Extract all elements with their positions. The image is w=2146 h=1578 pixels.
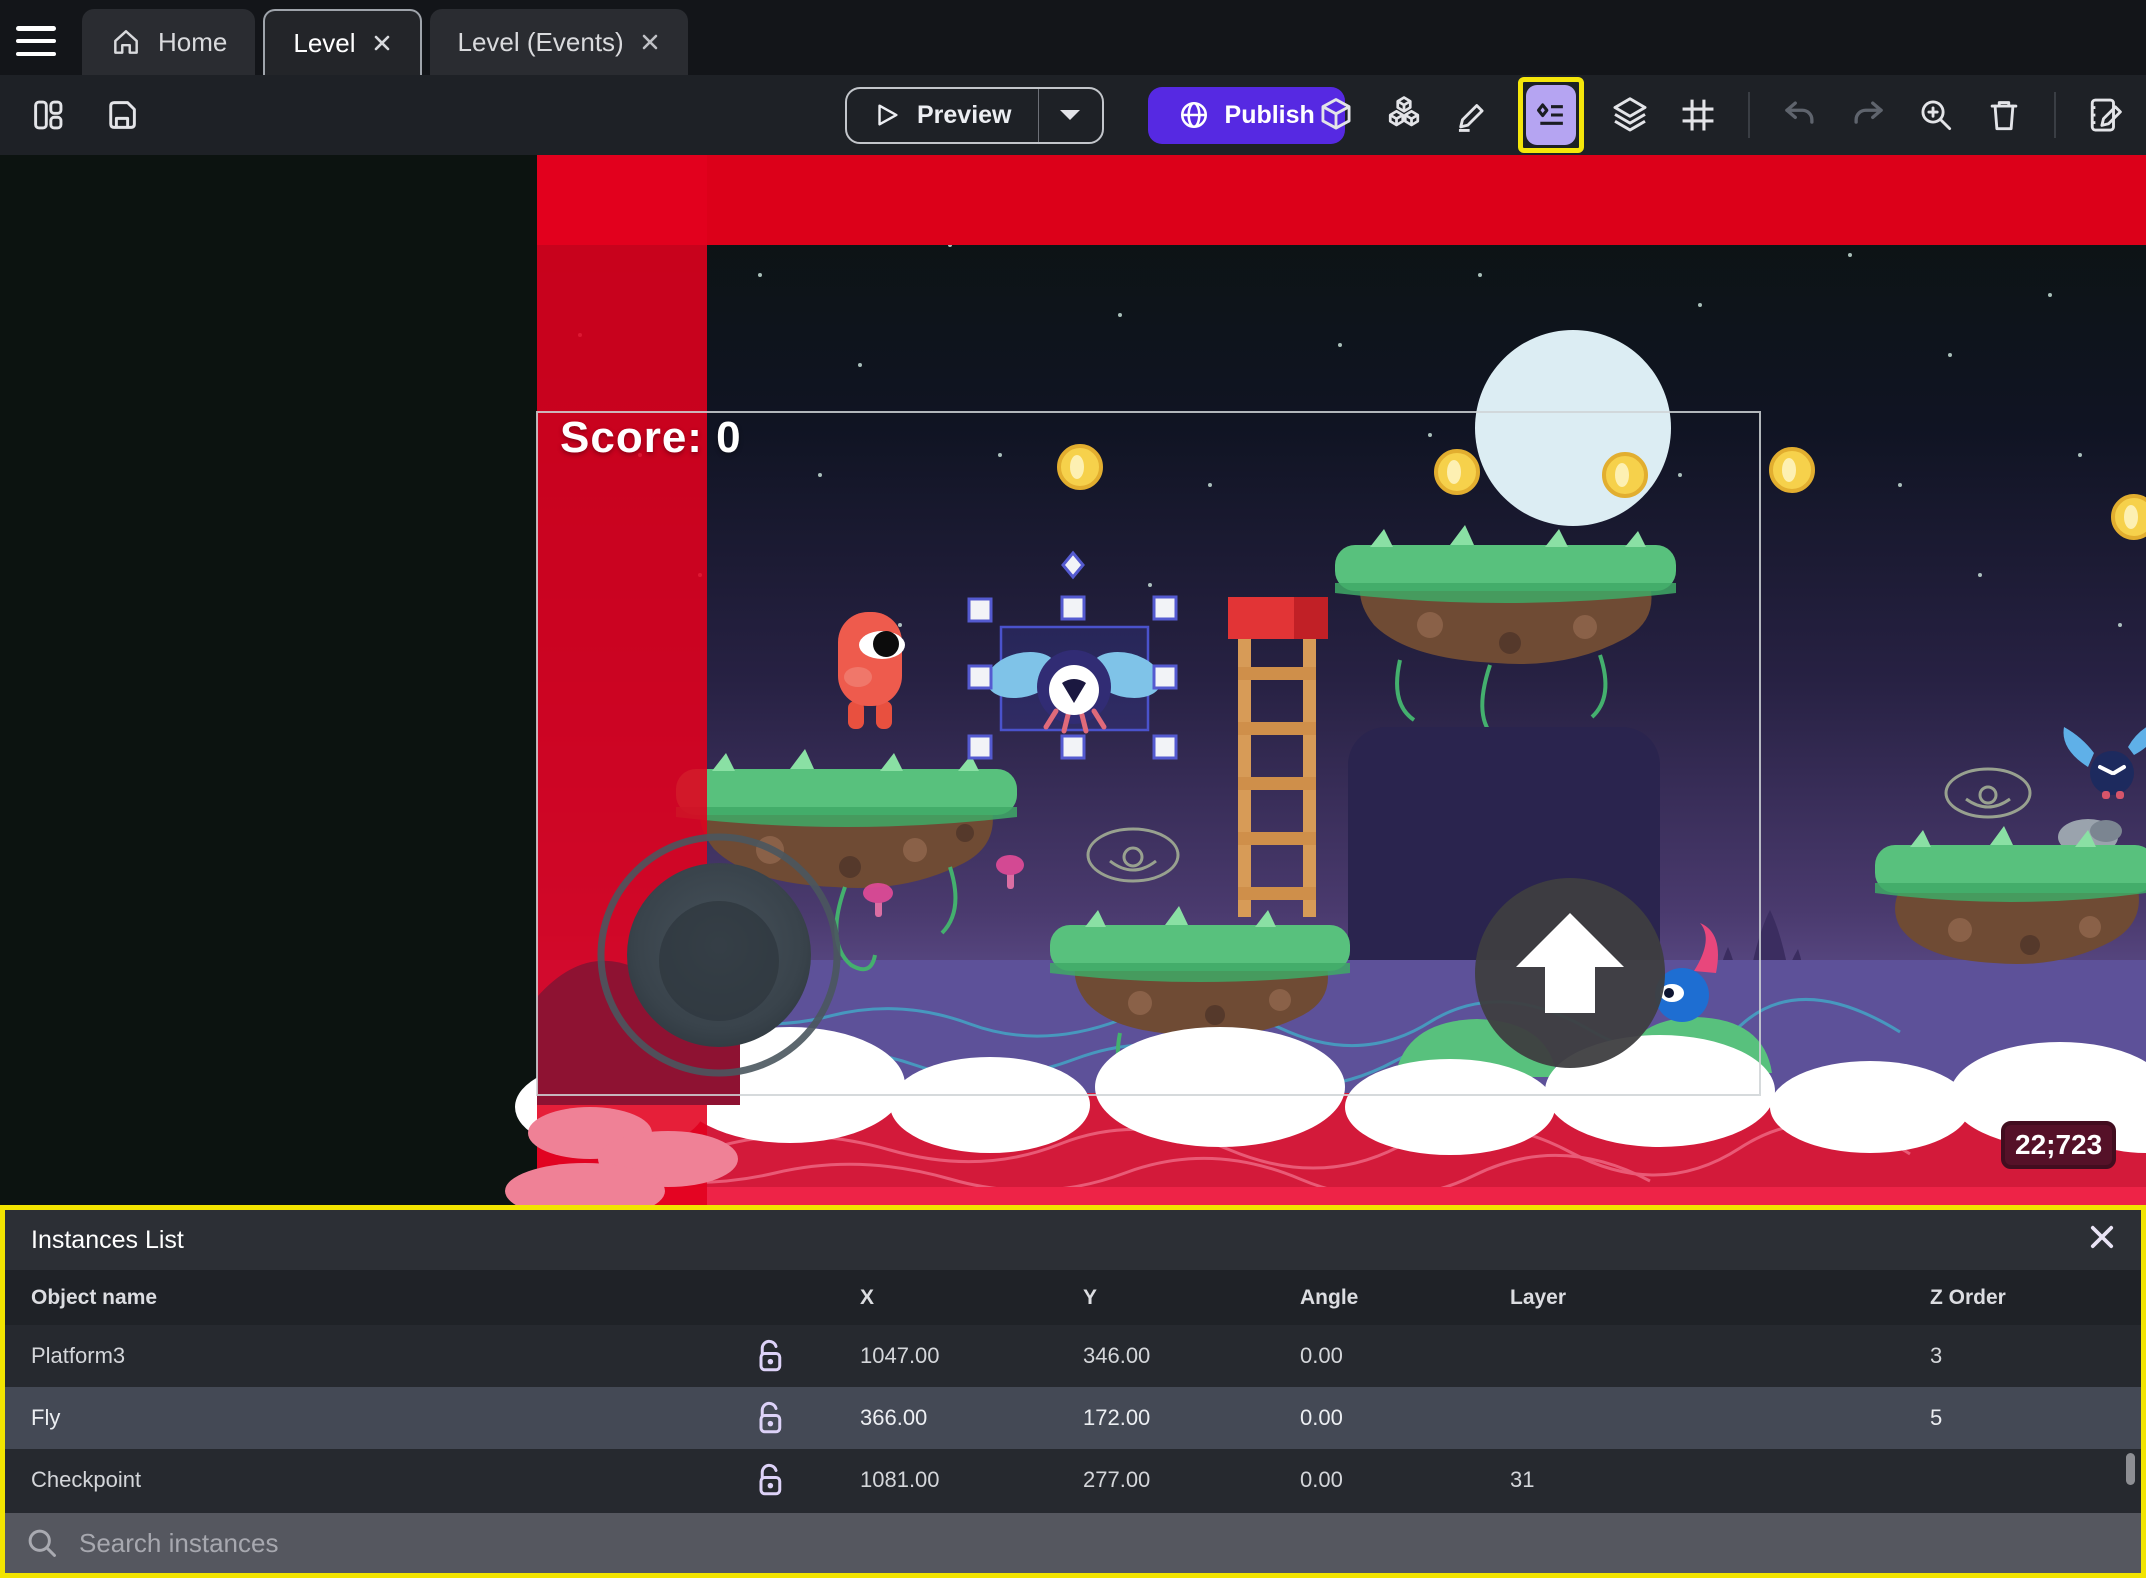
table-header: Object name X Y Angle Layer Z Order xyxy=(5,1270,2141,1325)
instances-list-panel: Instances List Object name X Y Angle Lay… xyxy=(0,1205,2146,1578)
undo-icon[interactable] xyxy=(1778,93,1822,137)
layers-icon[interactable] xyxy=(1608,93,1652,137)
tab-bar: Home Level Level (Events) xyxy=(0,0,2146,75)
close-tab-icon[interactable] xyxy=(640,32,660,52)
unlock-icon[interactable] xyxy=(750,1400,786,1436)
table-row[interactable]: Checkpoint 1081.00 277.00 0.00 31 xyxy=(5,1449,2141,1511)
editor-void xyxy=(0,155,537,1205)
score-text: Score: 0 xyxy=(560,413,742,462)
search-icon xyxy=(28,1529,56,1557)
home-icon xyxy=(114,30,138,54)
play-icon xyxy=(878,104,898,126)
jump-button[interactable] xyxy=(1475,878,1665,1068)
col-layer: Layer xyxy=(1510,1285,1567,1309)
zoom-in-icon[interactable] xyxy=(1914,93,1958,137)
panel-title: Instances List xyxy=(31,1225,184,1254)
unlock-icon[interactable] xyxy=(750,1338,786,1374)
instances-list-icon xyxy=(1536,103,1563,125)
preview-button[interactable]: Preview xyxy=(847,89,1038,142)
scrollbar-thumb[interactable] xyxy=(2126,1453,2135,1485)
col-z-order: Z Order xyxy=(1930,1285,2006,1309)
instances-list-icon-highlighted[interactable] xyxy=(1518,77,1584,153)
scene-editor-canvas[interactable]: Score: 0 22;723 xyxy=(0,155,2146,1219)
scene-art xyxy=(0,155,2146,1219)
col-x: X xyxy=(860,1285,875,1309)
cursor-coordinates-badge: 22;723 xyxy=(2001,1121,2117,1169)
delete-trash-icon[interactable] xyxy=(1982,93,2026,137)
fly-object-selected[interactable] xyxy=(982,625,1167,734)
joystick-control[interactable] xyxy=(597,833,841,1077)
preview-label: Preview xyxy=(917,100,1012,129)
publish-label: Publish xyxy=(1224,100,1315,129)
col-object-name: Object name xyxy=(31,1285,158,1309)
platform-right xyxy=(1875,819,2146,965)
table-row-selected[interactable]: Fly 366.00 172.00 0.00 5 xyxy=(5,1387,2141,1449)
object-groups-icon[interactable] xyxy=(1382,93,1426,137)
tab-label: Level xyxy=(293,27,356,58)
col-y: Y xyxy=(1083,1285,1098,1309)
redo-icon[interactable] xyxy=(1846,93,1890,137)
rows-area: Platform3 1047.00 346.00 0.00 3 Fly 366.… xyxy=(5,1325,2141,1511)
tab-label: Home xyxy=(158,26,228,57)
moon xyxy=(1475,330,1671,526)
globe-icon xyxy=(1180,101,1207,129)
layout-panels-icon[interactable] xyxy=(26,93,70,137)
top-red-band xyxy=(537,155,2146,245)
bottom-bright-strip xyxy=(537,1187,2146,1205)
col-angle: Angle xyxy=(1300,1285,1359,1309)
toolbar-divider xyxy=(2054,92,2056,138)
tab-label: Level (Events) xyxy=(457,26,624,57)
chevron-down-icon xyxy=(1060,110,1081,120)
table-row[interactable]: Platform3 1047.00 346.00 0.00 3 xyxy=(5,1325,2141,1387)
panel-title-bar: Instances List xyxy=(5,1210,2141,1270)
preview-split-button: Preview xyxy=(845,86,1104,144)
close-panel-icon[interactable] xyxy=(2087,1222,2117,1252)
toolbar-divider xyxy=(1748,92,1750,138)
toolbar: Preview Publish xyxy=(0,75,2146,155)
unlock-icon[interactable] xyxy=(750,1462,786,1498)
events-sheet-icon[interactable] xyxy=(2084,93,2128,137)
tab-level-events[interactable]: Level (Events) xyxy=(429,9,688,75)
tab-level[interactable]: Level xyxy=(263,9,422,75)
edit-pencil-icon[interactable] xyxy=(1450,93,1494,137)
save-icon[interactable] xyxy=(100,93,144,137)
tab-home[interactable]: Home xyxy=(82,9,256,75)
close-tab-icon[interactable] xyxy=(372,33,392,53)
objects-cube-icon[interactable] xyxy=(1314,93,1358,137)
menu-icon[interactable] xyxy=(16,26,60,56)
search-instances-input[interactable] xyxy=(79,1527,1479,1559)
grid-icon[interactable] xyxy=(1676,93,1720,137)
search-bar xyxy=(5,1513,2141,1573)
preview-dropdown-button[interactable] xyxy=(1037,88,1102,142)
